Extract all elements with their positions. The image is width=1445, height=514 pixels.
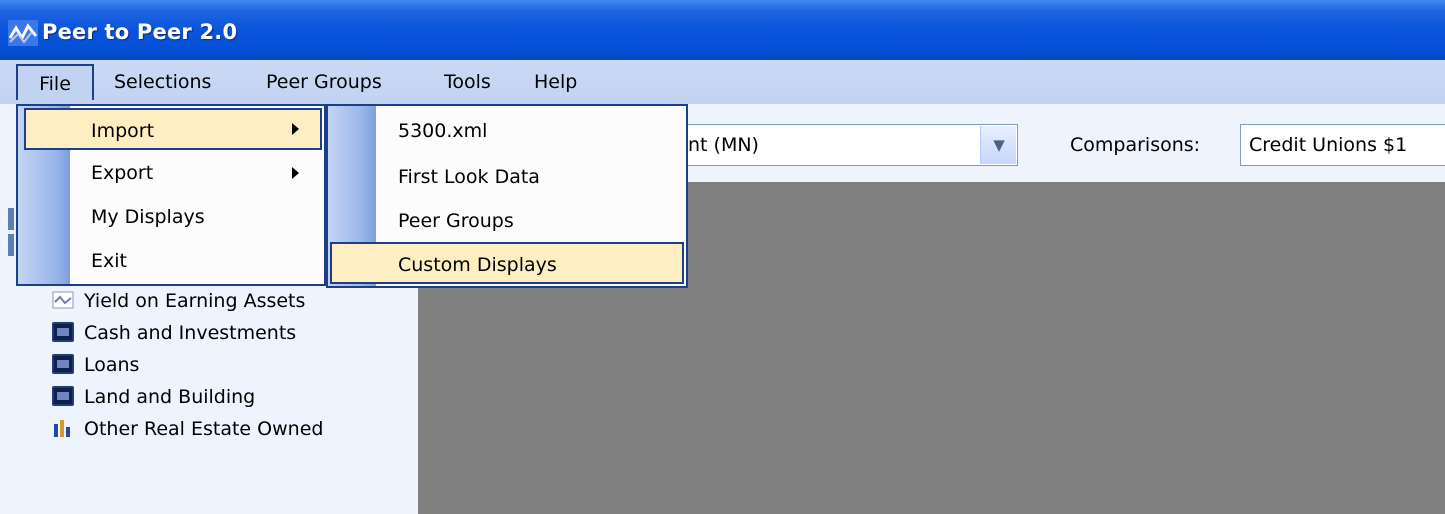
comparisons-label: Comparisons:	[1070, 134, 1201, 156]
file-menu-export[interactable]: Export	[18, 152, 324, 194]
chevron-down-icon: ▼	[993, 136, 1005, 154]
comparisons-select-value: Credit Unions $1	[1249, 134, 1408, 156]
menu-item-label: Import	[91, 120, 155, 142]
file-menu-exit[interactable]: Exit	[18, 240, 324, 282]
file-menu-import[interactable]: Import	[24, 108, 322, 150]
tree-item-cash-and-investments[interactable]: Cash and Investments	[52, 318, 296, 348]
tree-item-label: Cash and Investments	[84, 322, 297, 344]
menu-item-label: Peer Groups	[398, 210, 514, 232]
submenu-arrow-icon	[292, 123, 299, 135]
import-submenu: 5300.xml First Look Data Peer Groups Cus…	[326, 104, 688, 288]
tree-item-label: Other Real Estate Owned	[84, 418, 324, 440]
import-peer-groups[interactable]: Peer Groups	[328, 200, 686, 242]
app-logo-icon	[8, 20, 38, 46]
menu-selections[interactable]: Selections	[106, 64, 219, 100]
menu-item-label: 5300.xml	[398, 120, 488, 142]
tree-item-loans[interactable]: Loans	[52, 350, 139, 380]
window-title: Peer to Peer 2.0	[42, 20, 238, 44]
submenu-arrow-icon	[292, 167, 299, 179]
import-5300-xml[interactable]: 5300.xml	[328, 110, 686, 152]
credit-union-select[interactable]: npoint (MN) ▼	[640, 124, 1018, 166]
comparisons-select[interactable]: Credit Unions $1	[1240, 124, 1445, 166]
tree-item-land-and-building[interactable]: Land and Building	[52, 382, 255, 412]
tree-item-label: Yield on Earning Assets	[84, 290, 306, 312]
menu-tools[interactable]: Tools	[436, 64, 499, 100]
menu-file[interactable]: File	[16, 64, 94, 100]
app-window: Peer to Peer 2.0 File Selections Peer Gr…	[0, 0, 1445, 514]
folder-icon	[52, 321, 74, 342]
file-menu-my-displays[interactable]: My Displays	[18, 196, 324, 238]
credit-union-dropdown-button[interactable]: ▼	[980, 126, 1016, 164]
file-menu: Import Export My Displays Exit	[16, 104, 326, 286]
line-chart-icon	[52, 291, 74, 308]
tree-item-yield-on-earning-assets[interactable]: Yield on Earning Assets	[52, 286, 305, 316]
tree-node-icon	[8, 234, 14, 256]
import-custom-displays[interactable]: Custom Displays	[330, 242, 684, 284]
menu-help[interactable]: Help	[526, 64, 585, 100]
menu-item-label: Custom Displays	[398, 254, 557, 276]
menu-peer-groups[interactable]: Peer Groups	[258, 64, 390, 100]
import-first-look-data[interactable]: First Look Data	[328, 156, 686, 198]
menu-item-label: My Displays	[91, 206, 205, 228]
title-bar[interactable]: Peer to Peer 2.0	[0, 0, 1445, 60]
tree-item-label: Loans	[84, 354, 140, 376]
tree-item-other-real-estate-owned[interactable]: Other Real Estate Owned	[52, 414, 323, 444]
folder-icon	[52, 385, 74, 406]
menu-item-label: Export	[91, 162, 154, 184]
tree-node-icon	[8, 208, 14, 230]
menu-item-label: Exit	[91, 250, 127, 272]
folder-icon	[52, 353, 74, 374]
bar-chart-icon	[54, 419, 70, 437]
menu-item-label: First Look Data	[398, 166, 540, 188]
tree-item-label: Land and Building	[84, 386, 256, 408]
